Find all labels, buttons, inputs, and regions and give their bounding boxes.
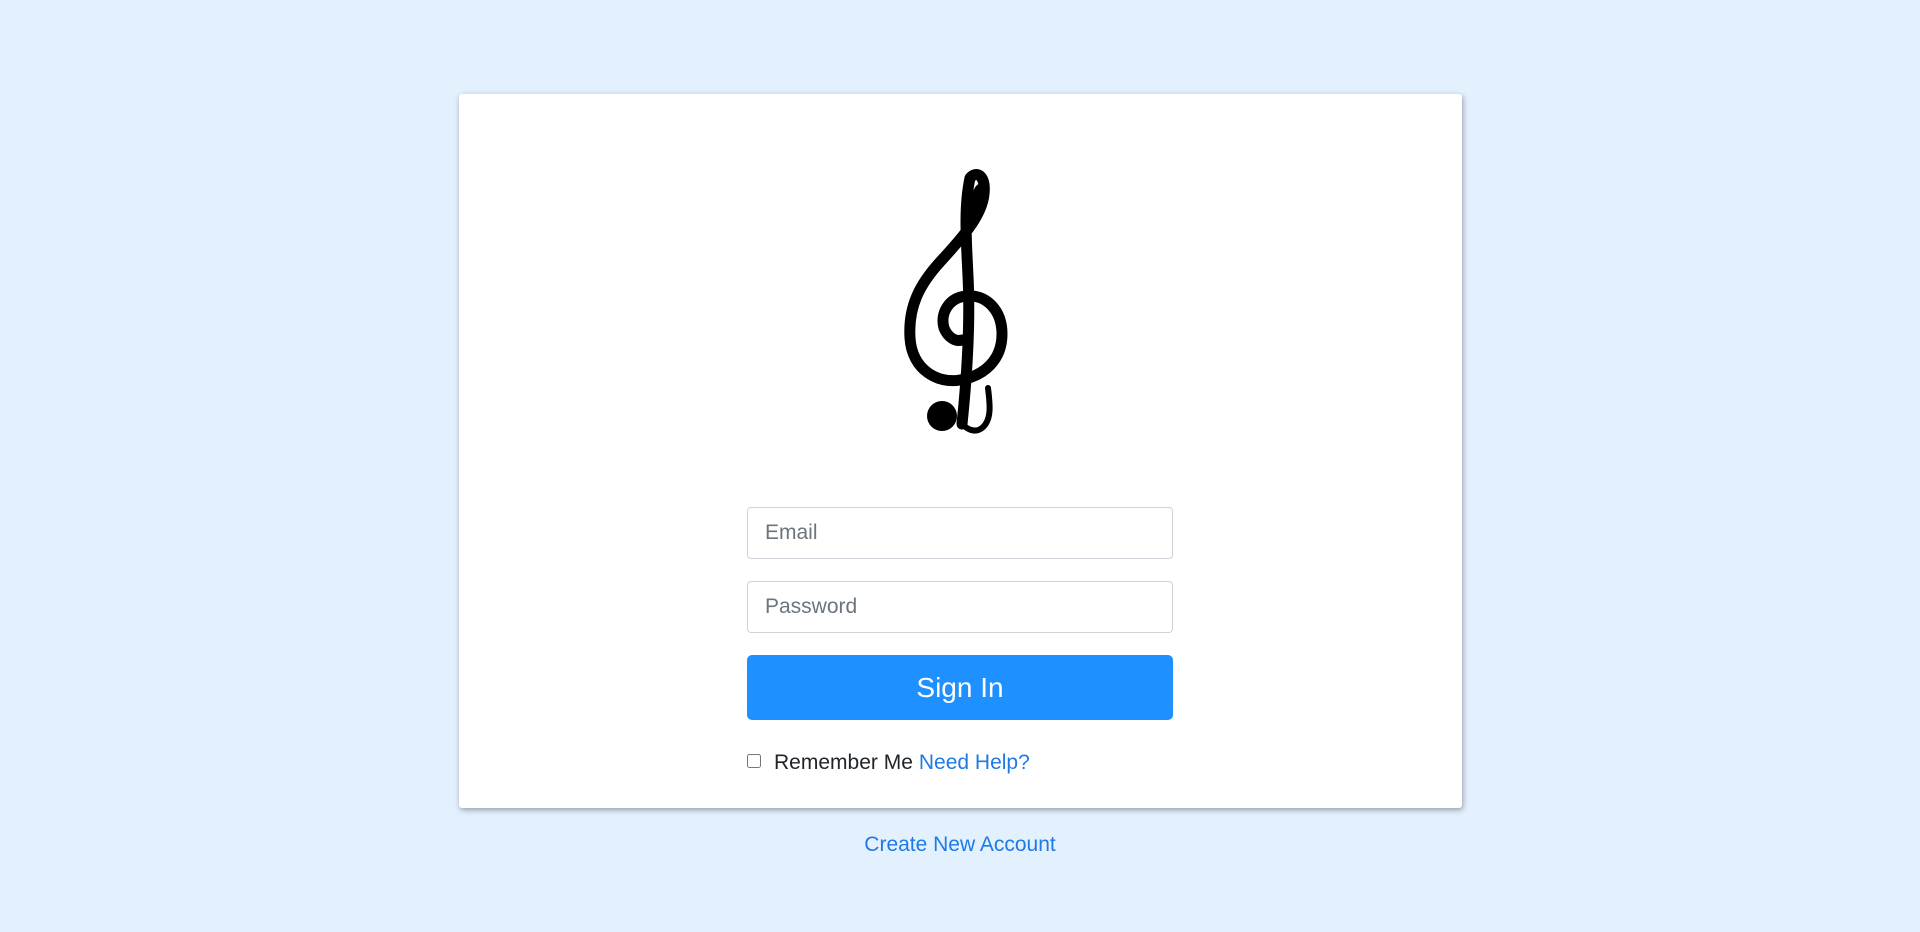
password-field[interactable] [747,581,1173,633]
create-account-container: Create New Account [0,833,1920,857]
sign-in-button[interactable]: Sign In [747,655,1173,720]
remember-row: Remember Me Need Help? [747,748,1030,778]
email-field[interactable] [747,507,1173,559]
create-account-link[interactable]: Create New Account [864,833,1055,856]
treble-clef-icon [904,169,1008,434]
login-card: Sign In Remember Me Need Help? [459,94,1462,808]
need-help-link[interactable]: Need Help? [919,751,1030,775]
remember-me-label: Remember Me [774,751,913,774]
remember-me-checkbox[interactable] [747,754,761,768]
